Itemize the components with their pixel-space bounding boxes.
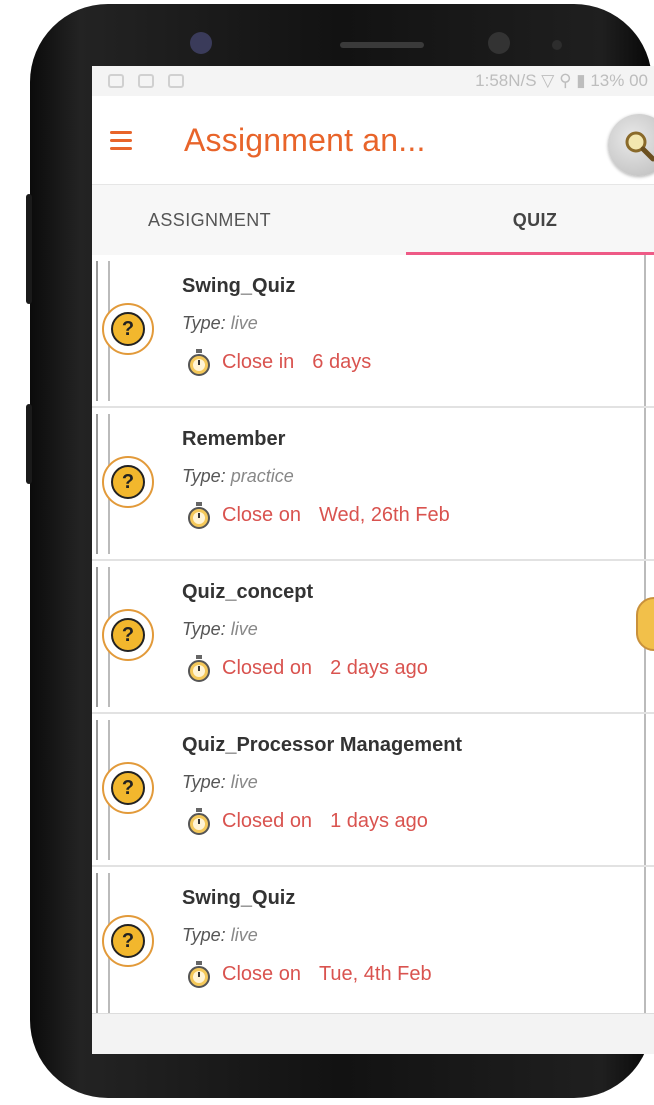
question-mark-icon: ? bbox=[102, 609, 154, 661]
app-bar: Assignment an... bbox=[92, 96, 654, 185]
row-border-right bbox=[644, 867, 654, 1018]
type-value: live bbox=[230, 313, 258, 333]
quiz-title: Quiz_concept bbox=[182, 581, 314, 603]
page-title: Assignment an... bbox=[184, 121, 426, 158]
row-border-right bbox=[644, 255, 654, 406]
screen: 1:58N/S ▽ ⚲ ▮ 13% 00 Assignment an... AS… bbox=[92, 66, 654, 1054]
tab-assignment[interactable]: ASSIGNMENT bbox=[92, 185, 406, 255]
question-mark-icon: ? bbox=[102, 303, 154, 355]
quiz-type: Type: live bbox=[182, 313, 258, 334]
deadline-label: Close on bbox=[222, 503, 301, 526]
row-border-right bbox=[644, 408, 654, 559]
quiz-list-item[interactable]: ? Quiz_Processor Management Type: live C… bbox=[92, 714, 654, 867]
phone-frame: 1:58N/S ▽ ⚲ ▮ 13% 00 Assignment an... AS… bbox=[26, 4, 654, 1098]
quiz-title: Swing_Quiz bbox=[182, 887, 296, 909]
volume-button bbox=[26, 194, 32, 304]
search-icon bbox=[625, 131, 654, 162]
quiz-deadline: Close in 6 days bbox=[184, 347, 371, 377]
quiz-list: ? Swing_Quiz Type: live Close in 6 days bbox=[92, 255, 654, 1020]
deadline-value: 2 days ago bbox=[330, 656, 428, 679]
type-label: Type: bbox=[182, 925, 226, 945]
type-value: live bbox=[230, 772, 258, 792]
notification-icon bbox=[108, 74, 124, 88]
deadline-label: Close in bbox=[222, 350, 295, 373]
deadline-value: Tue, 4th Feb bbox=[318, 962, 432, 985]
deadline-value: Wed, 26th Feb bbox=[318, 503, 450, 526]
quiz-title: Quiz_Processor Management bbox=[182, 734, 463, 756]
status-bar: 1:58N/S ▽ ⚲ ▮ 13% 00 bbox=[92, 66, 654, 96]
quiz-list-item[interactable]: ? Quiz_concept Type: live Closed on 2 da… bbox=[92, 561, 654, 714]
front-camera bbox=[190, 32, 212, 54]
search-button[interactable] bbox=[608, 114, 654, 176]
tab-bar: ASSIGNMENT QUIZ bbox=[92, 185, 654, 255]
stopwatch-icon bbox=[188, 502, 210, 529]
tab-quiz[interactable]: QUIZ bbox=[406, 185, 654, 255]
quiz-title: Swing_Quiz bbox=[182, 275, 296, 297]
question-mark-icon: ? bbox=[102, 762, 154, 814]
deadline-value: 6 days bbox=[312, 350, 372, 373]
quiz-type: Type: live bbox=[182, 925, 258, 946]
type-label: Type: bbox=[182, 466, 226, 486]
proximity-sensor bbox=[488, 32, 510, 54]
deadline-value: 1 days ago bbox=[330, 809, 428, 832]
deadline-label: Closed on bbox=[222, 809, 313, 832]
quiz-type: Type: live bbox=[182, 619, 258, 640]
quiz-deadline: Closed on 1 days ago bbox=[184, 806, 428, 836]
row-border-right bbox=[644, 714, 654, 865]
quiz-list-item[interactable]: ? Swing_Quiz Type: live Close in 6 days bbox=[92, 255, 654, 408]
quiz-deadline: Close on Wed, 26th Feb bbox=[184, 500, 450, 530]
status-text: 1:58N/S ▽ ⚲ ▮ 13% 00 bbox=[475, 71, 648, 90]
deadline-label: Closed on bbox=[222, 656, 313, 679]
stopwatch-icon bbox=[188, 349, 210, 376]
type-value: live bbox=[230, 619, 258, 639]
hamburger-menu-icon[interactable] bbox=[110, 130, 132, 150]
stopwatch-icon bbox=[188, 961, 210, 988]
status-icons-left bbox=[108, 74, 184, 88]
question-mark-icon: ? bbox=[102, 456, 154, 508]
stopwatch-icon bbox=[188, 808, 210, 835]
power-button bbox=[26, 404, 32, 484]
earpiece-speaker bbox=[340, 42, 424, 48]
type-label: Type: bbox=[182, 313, 226, 333]
quiz-title: Remember bbox=[182, 428, 286, 450]
light-sensor bbox=[552, 40, 562, 50]
type-label: Type: bbox=[182, 772, 226, 792]
quiz-deadline: Close on Tue, 4th Feb bbox=[184, 959, 432, 989]
question-mark-icon: ? bbox=[102, 915, 154, 967]
type-value: live bbox=[230, 925, 258, 945]
quiz-deadline: Closed on 2 days ago bbox=[184, 653, 428, 683]
quiz-type: Type: live bbox=[182, 772, 258, 793]
notification-icon bbox=[168, 74, 184, 88]
quiz-list-item[interactable]: ? Remember Type: practice Close on Wed, … bbox=[92, 408, 654, 561]
stopwatch-icon bbox=[188, 655, 210, 682]
floating-side-badge[interactable] bbox=[636, 597, 654, 651]
quiz-type: Type: practice bbox=[182, 466, 294, 487]
deadline-label: Close on bbox=[222, 962, 301, 985]
system-nav-bar bbox=[92, 1013, 654, 1054]
notification-icon bbox=[138, 74, 154, 88]
type-value: practice bbox=[230, 466, 294, 486]
type-label: Type: bbox=[182, 619, 226, 639]
quiz-list-item[interactable]: ? Swing_Quiz Type: live Close on Tue, 4t… bbox=[92, 867, 654, 1020]
